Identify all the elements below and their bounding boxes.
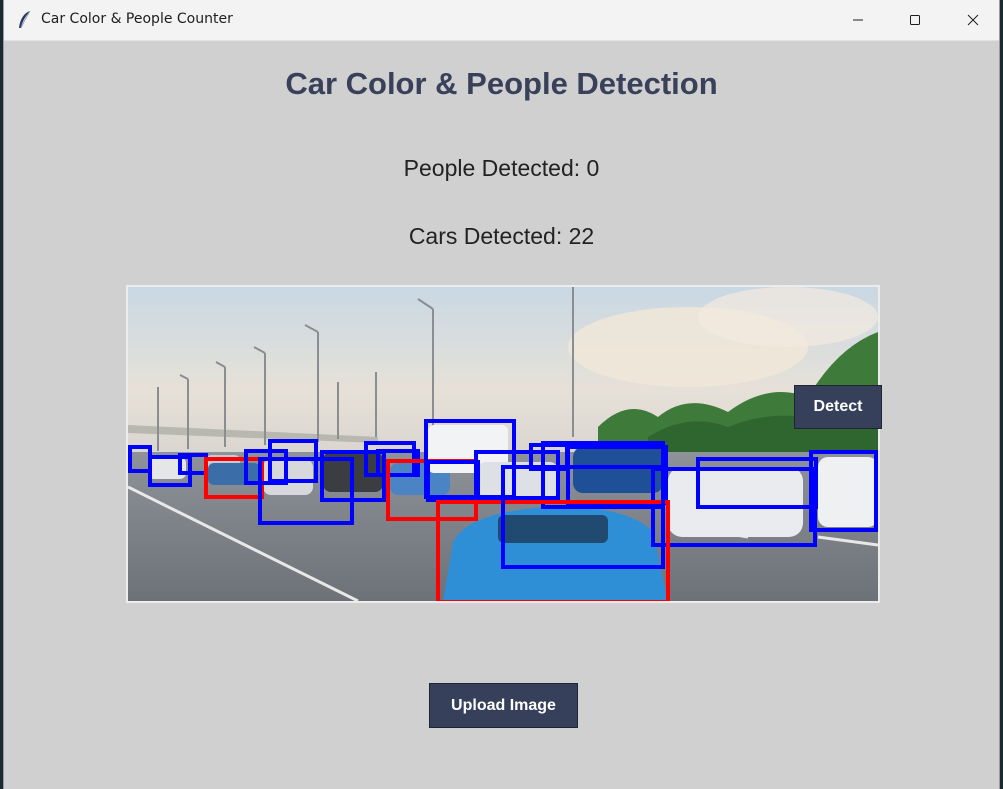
highway-traffic-photo xyxy=(128,287,878,601)
minimize-button[interactable] xyxy=(829,0,887,40)
app-window: Car Color & People Counter Car Color & P… xyxy=(3,0,1000,789)
people-count-label: People Detected: 0 xyxy=(403,155,600,181)
title-bar[interactable]: Car Color & People Counter xyxy=(4,0,999,41)
detect-button[interactable]: Detect xyxy=(794,385,882,429)
minimize-icon xyxy=(853,19,863,21)
close-button[interactable] xyxy=(944,0,1002,40)
page-title: Car Color & People Detection xyxy=(285,66,718,101)
maximize-icon xyxy=(910,15,920,25)
feather-icon xyxy=(19,10,31,29)
upload-image-button[interactable]: Upload Image xyxy=(429,683,578,728)
detection-image xyxy=(126,285,880,603)
cars-count-label: Cars Detected: 22 xyxy=(408,223,595,249)
window-title: Car Color & People Counter xyxy=(41,11,233,27)
close-icon xyxy=(967,14,979,26)
maximize-button[interactable] xyxy=(886,0,944,40)
